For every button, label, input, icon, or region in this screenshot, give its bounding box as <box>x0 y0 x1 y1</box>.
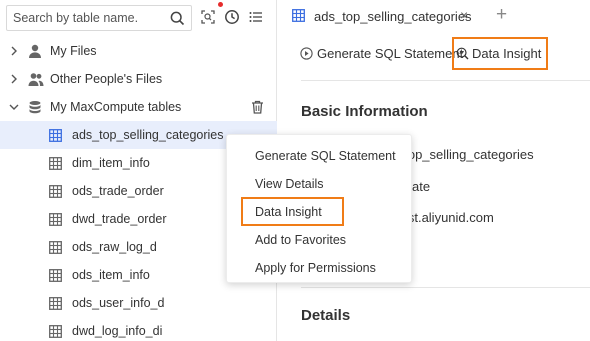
generate-sql-button[interactable]: Generate SQL Statement <box>300 37 463 69</box>
basic-info-title: Basic Information <box>301 103 428 120</box>
table-row[interactable]: ods_user_info_d <box>0 289 277 317</box>
database-icon <box>28 100 42 114</box>
tree-item-label: Other People's Files <box>50 72 163 86</box>
search-input[interactable] <box>13 11 170 25</box>
highlight-data-insight-menu <box>241 197 344 226</box>
table-name: dim_item_info <box>72 156 150 170</box>
details-title: Details <box>301 307 351 324</box>
toolbar-divider <box>301 80 590 81</box>
menu-item-generate-sql[interactable]: Generate SQL Statement <box>227 142 413 170</box>
tab-label: ads_top_selling_categories <box>314 9 472 24</box>
chevron-right-icon[interactable] <box>9 74 19 84</box>
chevron-down-icon[interactable] <box>9 102 19 112</box>
chevron-right-icon[interactable] <box>9 46 19 56</box>
history-clock-icon[interactable] <box>223 8 241 26</box>
type-value: ate <box>412 179 431 194</box>
search-box[interactable] <box>6 5 192 31</box>
user-icon <box>28 44 42 58</box>
tree-item-my-files[interactable]: My Files <box>0 37 277 65</box>
tab-bar: ads_top_selling_categories × + <box>278 0 590 33</box>
data-insight-scan-icon[interactable] <box>199 8 217 26</box>
trash-icon[interactable] <box>250 100 264 114</box>
add-tab-icon[interactable]: + <box>496 4 507 26</box>
table-row[interactable]: dwd_log_info_di <box>0 317 277 341</box>
table-name: ods_user_info_d <box>72 296 165 310</box>
section-divider <box>301 287 590 288</box>
table-icon <box>48 128 62 142</box>
table-name: ods_raw_log_d <box>72 240 157 254</box>
close-icon[interactable]: × <box>460 7 468 23</box>
table-icon <box>48 212 62 226</box>
table-icon <box>48 240 62 254</box>
search-row <box>6 5 192 31</box>
highlight-data-insight-toolbar <box>452 37 548 70</box>
table-icon <box>48 184 62 198</box>
notification-dot <box>218 2 223 7</box>
table-icon <box>48 296 62 310</box>
search-icon[interactable] <box>170 11 185 26</box>
table-name: ods_trade_order <box>72 184 164 198</box>
play-circle-icon <box>300 46 313 60</box>
table-icon <box>292 9 305 25</box>
menu-item-add-to-favorites[interactable]: Add to Favorites <box>227 226 413 254</box>
tab-ads-top-selling-categories[interactable]: ads_top_selling_categories × <box>278 0 472 33</box>
list-view-icon[interactable] <box>247 8 265 26</box>
generate-sql-label: Generate SQL Statement <box>317 45 464 61</box>
table-icon <box>48 156 62 170</box>
table-name: dwd_trade_order <box>72 212 167 226</box>
users-icon <box>28 72 44 86</box>
table-name: ods_item_info <box>72 268 150 282</box>
table-icon <box>48 268 62 282</box>
table-name: dwd_log_info_di <box>72 324 163 338</box>
menu-item-apply-permissions[interactable]: Apply for Permissions <box>227 254 413 282</box>
tree-item-maxcompute-tables[interactable]: My MaxCompute tables <box>0 93 277 121</box>
table-name-value: _top_selling_categories <box>397 147 534 162</box>
tree-item-label: My Files <box>50 44 97 58</box>
table-icon <box>48 324 62 338</box>
menu-item-view-details[interactable]: View Details <box>227 170 413 198</box>
tree-item-label: My MaxCompute tables <box>50 100 182 114</box>
table-name: ads_top_selling_categories <box>72 128 224 142</box>
tree-item-other-files[interactable]: Other People's Files <box>0 65 277 93</box>
